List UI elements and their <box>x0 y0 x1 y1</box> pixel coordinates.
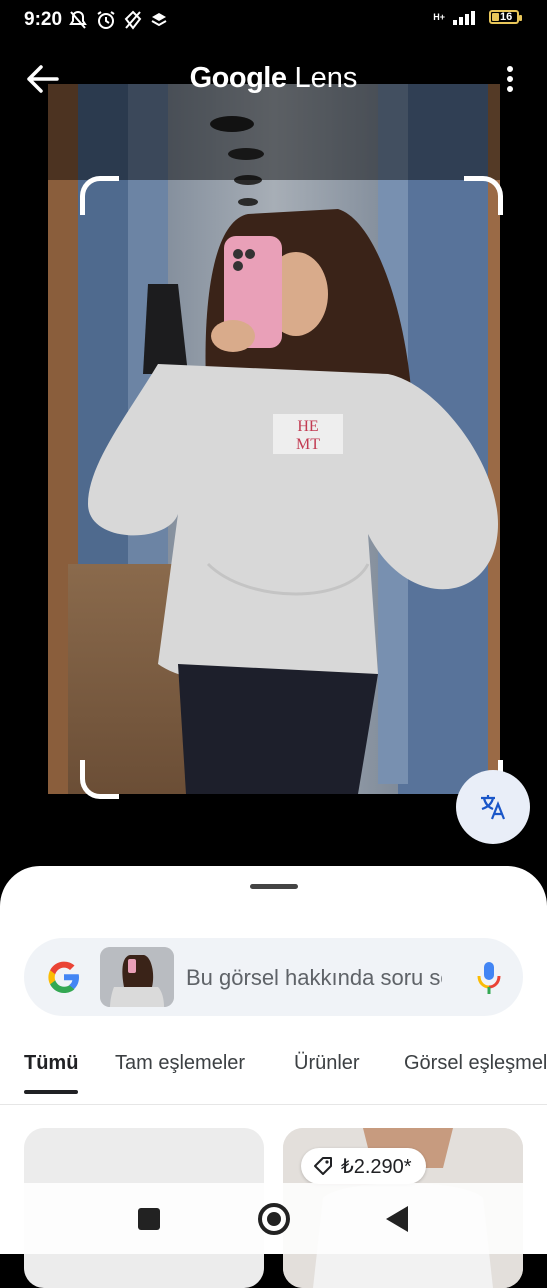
layers-icon <box>151 13 167 27</box>
location-off-icon <box>124 10 142 30</box>
status-icons <box>68 10 168 30</box>
mic-icon[interactable] <box>476 960 502 996</box>
price-chip[interactable]: ₺2.290* <box>301 1148 426 1184</box>
active-tab-indicator <box>24 1090 78 1094</box>
search-input[interactable]: Bu görsel hakkında soru sorun <box>186 965 442 991</box>
status-time: 9:20 <box>24 9 63 30</box>
battery-level: 16 <box>500 11 513 23</box>
title-product: Lens <box>294 62 358 94</box>
tab-all[interactable]: Tümü <box>24 1052 78 1075</box>
google-g-icon <box>48 961 79 993</box>
results-tabs: Tümü Tam eşlemeler Ürünler Görsel eşleşm… <box>0 1044 547 1105</box>
search-bar[interactable]: Bu görsel hakkında soru sorun <box>24 938 523 1016</box>
image-thumbnail[interactable] <box>100 947 174 1007</box>
translate-button[interactable] <box>456 770 530 844</box>
results-sheet: Bu görsel hakkında soru sorun Tümü Tam e… <box>0 866 547 1288</box>
crop-handle-bottom-left[interactable] <box>80 760 119 799</box>
network-type: H+ <box>433 11 445 22</box>
print-line-1: HE <box>297 418 318 435</box>
top-app-bar: Google Lens <box>0 52 547 108</box>
more-vert-icon[interactable] <box>505 66 515 96</box>
recents-square-icon[interactable] <box>138 1208 160 1230</box>
tab-products[interactable]: Ürünler <box>294 1052 360 1075</box>
sheet-drag-handle[interactable] <box>250 884 298 889</box>
battery-icon: 16 <box>489 10 522 24</box>
signal-icon <box>453 11 475 25</box>
status-bar: 9:20 H+ 16 <box>0 0 547 40</box>
translate-icon <box>481 795 506 820</box>
price-tag-icon <box>314 1157 332 1175</box>
back-triangle-icon[interactable] <box>386 1206 408 1232</box>
status-right: H+ 16 <box>433 9 522 25</box>
crop-handle-top-left[interactable] <box>80 176 119 215</box>
print-line-2: MT <box>296 436 320 453</box>
price-value: ₺2.290* <box>341 1155 412 1178</box>
mute-bell-icon <box>69 10 87 29</box>
tab-exact-matches[interactable]: Tam eşlemeler <box>115 1052 245 1075</box>
title-brand: Google <box>189 62 287 94</box>
app-title: Google Lens <box>0 62 547 95</box>
home-circle-icon[interactable] <box>258 1203 290 1235</box>
tab-visual-matches[interactable]: Görsel eşleşmeler <box>404 1052 547 1075</box>
system-nav-bar <box>0 1183 547 1254</box>
crop-handle-top-right[interactable] <box>464 176 503 215</box>
alarm-icon <box>97 11 115 29</box>
